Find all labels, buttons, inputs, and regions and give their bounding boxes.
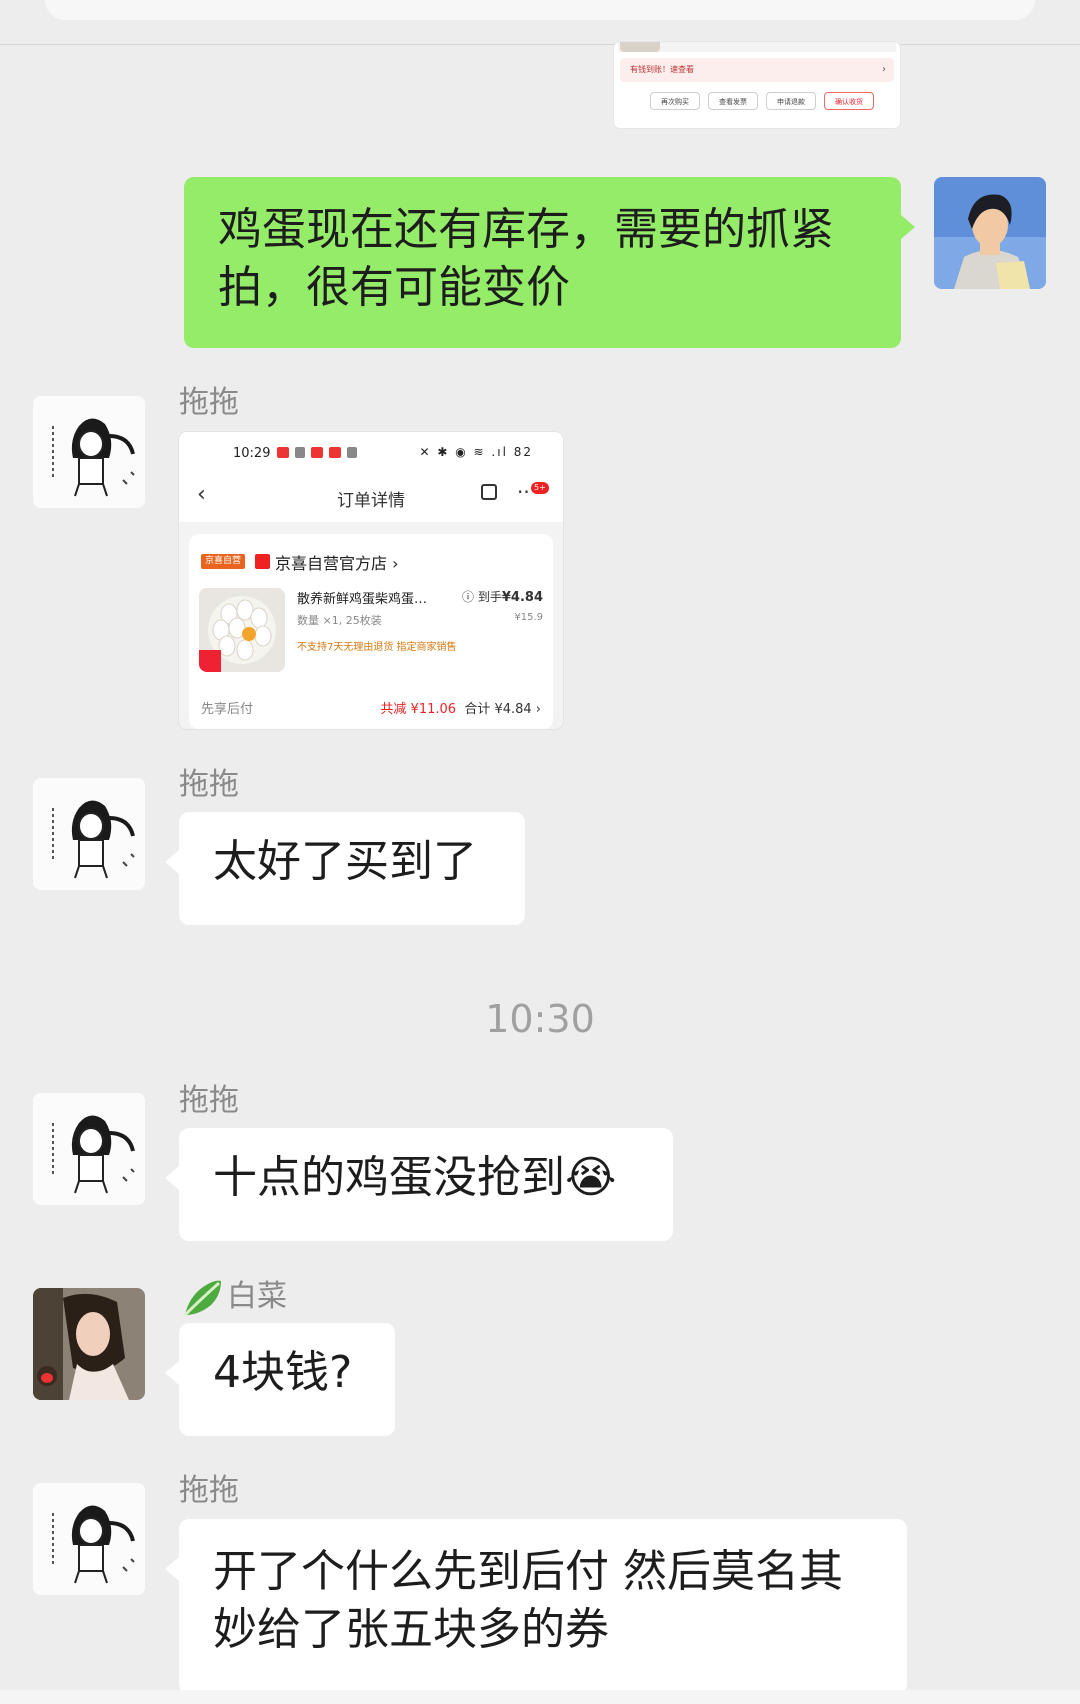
top-bar	[0, 0, 1080, 45]
sender-avatar[interactable]	[33, 396, 145, 508]
status-indicators: ✕ ✱ ◉ ≋ .ıl 82	[419, 445, 533, 459]
invoice-button: 查看发票	[708, 92, 758, 110]
order-page-title: 订单详情	[337, 491, 405, 511]
my-avatar[interactable]	[934, 177, 1046, 289]
refund-button: 申请退款	[766, 92, 816, 110]
message-bubble[interactable]: 开了个什么先到后付 然后莫名其妙给了张五块多的券	[165, 1519, 907, 1694]
order-total: 共减 ¥11.06 合计 ¥4.84 ›	[380, 698, 541, 717]
more-icon: ··	[517, 480, 530, 504]
sender-name: 白菜	[227, 1279, 287, 1314]
chevron-right-icon: ›	[882, 64, 886, 75]
status-app-icons	[277, 447, 357, 458]
message-text: 十点的鸡蛋没抢到😭	[213, 1152, 617, 1203]
product-quantity: 数量 ×1, 25枚装	[297, 614, 382, 627]
sender-avatar-baicai[interactable]	[33, 1288, 145, 1400]
original-price: ¥15.9	[514, 612, 543, 623]
previous-image-thumb	[620, 42, 660, 52]
message-bubble[interactable]: 十点的鸡蛋没抢到😭	[165, 1128, 673, 1241]
time-separator: 10:30	[485, 997, 595, 1041]
share-icon	[481, 484, 497, 500]
app-icon	[311, 447, 323, 458]
sender-name: 拖拖	[179, 385, 239, 420]
status-time: 10:29	[233, 446, 271, 461]
my-message-bubble[interactable]: 鸡蛋现在还有库存，需要的抓紧拍，很有可能变价	[184, 177, 915, 348]
message-text: 太好了买到了	[213, 836, 477, 887]
store-logo-icon	[255, 554, 270, 569]
message-bubble[interactable]: 4块钱?	[165, 1323, 395, 1436]
status-bar: 10:29 ✕ ✱ ◉ ≋ .ıl 82	[179, 432, 563, 472]
total-amount: 合计 ¥4.84 ›	[464, 702, 541, 717]
app-icon	[347, 447, 357, 458]
received-price-label: ⓘ 到手	[462, 590, 502, 604]
message-text: 鸡蛋现在还有库存，需要的抓紧拍，很有可能变价	[218, 204, 834, 313]
sender-avatar[interactable]	[33, 778, 145, 890]
pay-method: 先享后付	[201, 702, 254, 717]
bottom-bar	[0, 1690, 1080, 1704]
return-policy: 不支持7天无理由退货 指定商家销售	[297, 642, 457, 653]
message-bubble[interactable]: 太好了买到了	[165, 812, 525, 925]
sender-name: 拖拖	[179, 767, 239, 802]
store-name: 京喜自营官方店 ›	[275, 554, 399, 573]
message-text: 开了个什么先到后付 然后莫名其妙给了张五块多的券	[213, 1546, 843, 1655]
confirm-receipt-button: 确认收货	[824, 92, 874, 110]
rebuy-button: 再次购买	[650, 92, 700, 110]
sender-avatar[interactable]	[33, 1093, 145, 1205]
previous-image-notice: 有钱到账！速查看 ›	[620, 58, 894, 82]
previous-image-notice-text: 有钱到账！速查看	[630, 65, 694, 74]
top-input-area	[45, 0, 1035, 20]
sender-name: 拖拖	[179, 1083, 239, 1118]
previous-image-buttons: 再次购买 查看发票 申请退款 确认收货	[650, 92, 874, 110]
product-name: 散养新鲜鸡蛋柴鸡蛋…	[297, 592, 428, 607]
store-tag: 京喜自营	[201, 554, 246, 569]
notification-badge: 5+	[531, 482, 549, 494]
sender-avatar[interactable]	[33, 1483, 145, 1595]
sender-name-row: 白菜	[181, 1277, 287, 1317]
message-text: 4块钱?	[213, 1347, 353, 1398]
previous-image-message[interactable]: 有钱到账！速查看 › 再次购买 查看发票 申请退款 确认收货	[614, 42, 900, 128]
cabbage-icon	[183, 1280, 221, 1317]
app-icon	[277, 447, 289, 458]
sender-name: 拖拖	[179, 1473, 239, 1508]
egg-product-image	[199, 588, 285, 672]
received-price-value: ¥4.84	[501, 590, 543, 605]
app-icon	[329, 447, 341, 458]
app-icon	[295, 447, 305, 458]
order-screenshot-message[interactable]: 10:29 ✕ ✱ ◉ ≋ .ıl 82 ‹ 订单详情 ·· 5+ 京喜自营 京…	[179, 432, 563, 729]
received-price: ⓘ 到手¥4.84	[462, 588, 543, 605]
discount-amount: 共减 ¥11.06	[380, 702, 457, 717]
order-card: 京喜自营 京喜自营官方店 › 散养新鲜鸡蛋柴鸡蛋… ⓘ 到手¥4.84 数量 ×…	[189, 534, 553, 729]
order-nav-bar: ‹ 订单详情 ·· 5+	[179, 472, 563, 522]
